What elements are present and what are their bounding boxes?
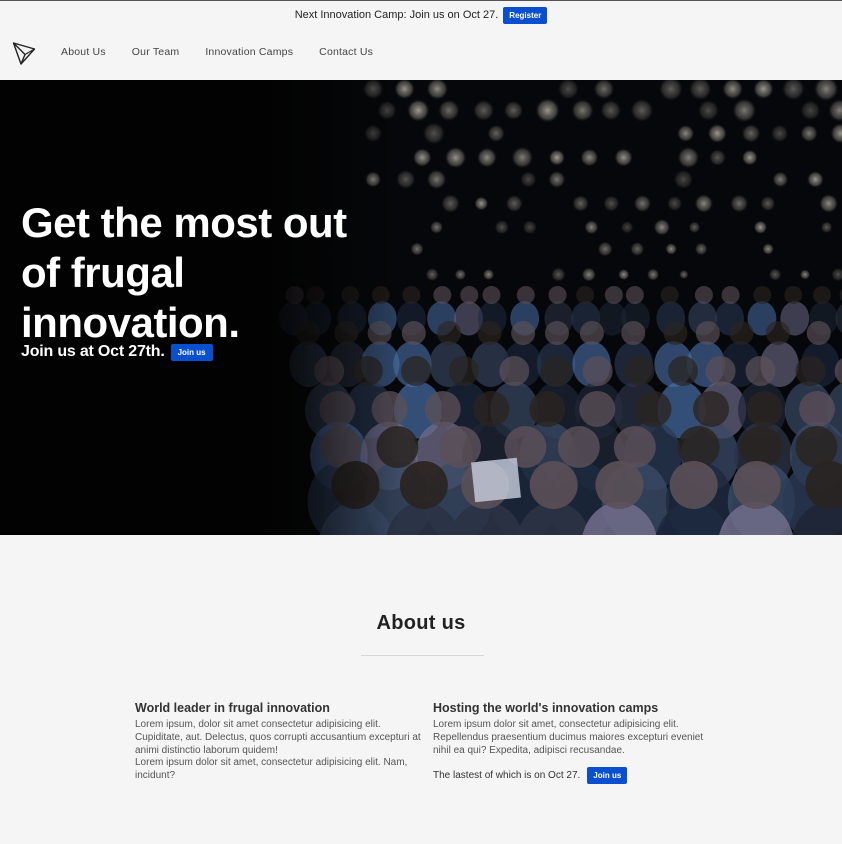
about-divider [361,655,484,656]
about-right-paragraph: Lorem ipsum dolor sit amet, consectetur … [433,719,704,756]
about-left-heading: World leader in frugal innovation [135,701,330,715]
about-column-right: Hosting the world's innovation camps Lor… [433,701,723,785]
about-right-footer-text: The lastest of which is on Oct 27. [433,770,581,782]
about-left-paragraph: Lorem ipsum dolor sit amet, consectetur … [135,757,408,782]
nav-link-contact-us[interactable]: Contact Us [319,46,373,58]
hero-title: Get the most out of frugal innovation. [21,198,347,348]
paper-plane-icon[interactable] [12,40,36,66]
about-right-footer: The lastest of which is on Oct 27. Join … [433,767,723,785]
hero-title-line: of frugal [21,249,185,296]
nav-link-about-us[interactable]: About Us [61,46,106,58]
hero-title-line: innovation. [21,299,240,346]
nav-links: About Us Our Team Innovation Camps Conta… [61,46,399,58]
about-column-left: World leader in frugal innovation Lorem … [135,701,425,783]
nav-link-innovation-camps[interactable]: Innovation Camps [205,46,293,58]
about-title: About us [376,612,466,634]
announcement-text: Next Innovation Camp: Join us on Oct 27. [294,9,499,21]
announcement-bar: Next Innovation Camp: Join us on Oct 27.… [0,6,842,24]
hero-section: Get the most out of frugal innovation. J… [0,80,842,535]
about-left-paragraph: Lorem ipsum, dolor sit amet consectetur … [135,719,421,756]
about-right-heading: Hosting the world's innovation camps [433,701,659,715]
nav-link-our-team[interactable]: Our Team [132,46,180,58]
about-join-button[interactable]: Join us [587,767,628,785]
hero-join-button[interactable]: Join us [170,343,213,361]
hero-title-line: Get the most out [21,199,347,246]
navbar: About Us Our Team Innovation Camps Conta… [0,40,842,68]
hero-subtitle-row: Join us at Oct 27th. Join us [21,343,213,361]
top-border [0,0,842,1]
hero-subtitle: Join us at Oct 27th. [21,343,165,360]
register-button[interactable]: Register [503,6,548,24]
